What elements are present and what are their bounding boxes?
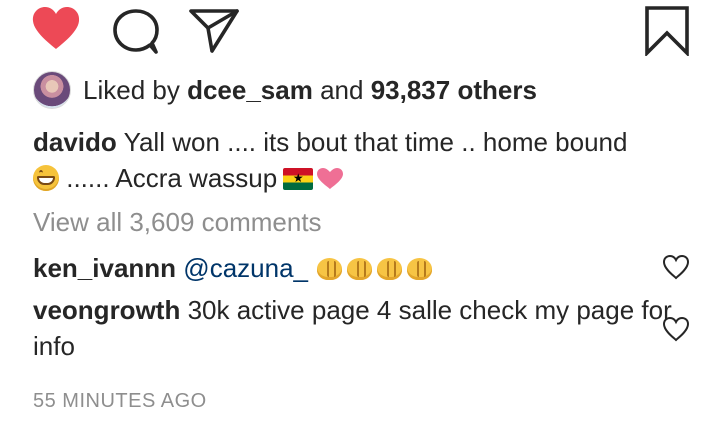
ghana-flag-icon — [283, 168, 314, 190]
comment-username[interactable]: ken_ivannn — [33, 253, 176, 283]
post-timestamp: 55 MINUTES AGO — [33, 390, 207, 412]
grinning-face-icon — [33, 165, 59, 191]
caption-line-1: Yall won .... its bout that time .. home… — [123, 127, 628, 157]
liked-by-row[interactable]: Liked by dcee_sam and 93,837 others — [33, 68, 537, 112]
post-caption: davido Yall won .... its bout that time … — [33, 124, 683, 196]
comment-like-heart-icon[interactable] — [662, 316, 690, 342]
folded-hands-icon — [405, 258, 434, 280]
comment-bubble-icon[interactable] — [111, 8, 161, 54]
comment-username[interactable]: veongrowth — [33, 295, 180, 325]
heart-filled-icon[interactable] — [30, 6, 82, 52]
avatar[interactable] — [33, 71, 71, 109]
comment-mention[interactable]: @cazuna_ — [183, 253, 308, 283]
comment-item: ken_ivannn @cazuna_ — [33, 250, 653, 286]
liked-by-others[interactable]: 93,837 others — [371, 75, 537, 105]
comment-item: veongrowth 30k active page 4 salle check… — [33, 292, 673, 364]
paper-plane-icon[interactable] — [188, 7, 240, 53]
liked-by-prefix: Liked by — [83, 75, 180, 105]
liked-by-text: Liked by dcee_sam and 93,837 others — [83, 75, 537, 105]
caption-username[interactable]: davido — [33, 127, 117, 157]
comment-like-heart-icon[interactable] — [662, 254, 690, 280]
folded-hands-icon — [375, 258, 404, 280]
pink-heart-icon — [317, 168, 344, 189]
liked-by-joiner: and — [320, 75, 364, 105]
folded-hands-icon — [345, 258, 374, 280]
liked-by-user[interactable]: dcee_sam — [187, 75, 313, 105]
folded-hands-icon — [315, 258, 344, 280]
bookmark-icon[interactable] — [644, 6, 690, 56]
view-all-comments-link[interactable]: View all 3,609 comments — [33, 206, 322, 238]
caption-line-2: ...... Accra wassup — [66, 163, 278, 193]
comment-emojis — [315, 253, 435, 283]
